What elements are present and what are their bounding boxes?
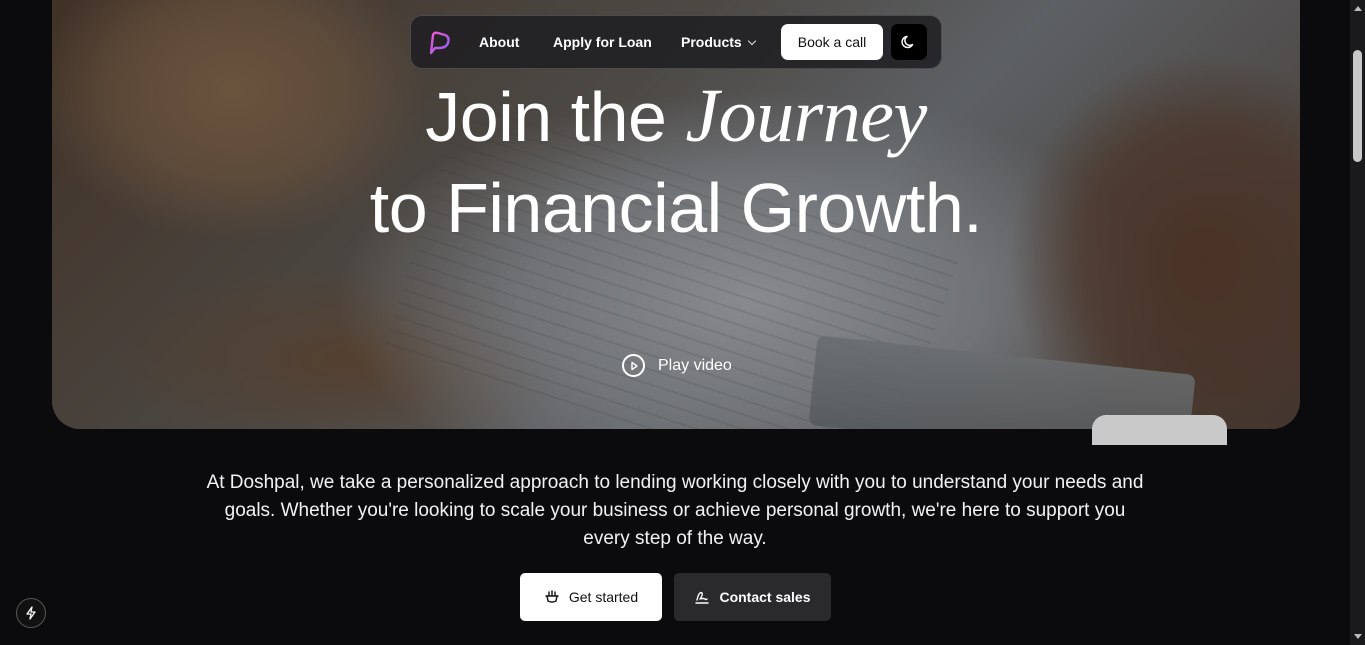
nav-products-label: Products [681, 34, 742, 50]
nav-about[interactable]: About [479, 34, 519, 50]
page-scrollbar[interactable] [1350, 0, 1365, 645]
play-video-label: Play video [658, 356, 732, 374]
theme-toggle-button[interactable] [891, 24, 927, 60]
signature-icon [695, 591, 710, 604]
scrollbar-thumb[interactable] [1353, 50, 1362, 162]
chevron-down-icon [747, 36, 756, 46]
play-icon [622, 354, 645, 377]
intro-paragraph: At Doshpal, we take a personalized appro… [206, 472, 1144, 549]
nav-apply-for-loan[interactable]: Apply for Loan [553, 34, 652, 50]
nav-products-dropdown[interactable]: Products [681, 34, 756, 50]
scroll-up-arrow-icon[interactable] [1354, 6, 1362, 11]
hero-corner-tab [1092, 415, 1227, 445]
play-video-button[interactable]: Play video [622, 354, 732, 377]
book-a-call-button[interactable]: Book a call [781, 24, 883, 60]
hero-title-plain: Join the [425, 78, 667, 156]
get-started-button[interactable]: Get started [520, 573, 662, 621]
moon-icon [901, 35, 914, 49]
hero-title-line-2: to Financial Growth. [369, 169, 983, 247]
bolt-icon[interactable] [16, 598, 46, 628]
scroll-down-arrow-icon[interactable] [1354, 634, 1362, 639]
contact-sales-button[interactable]: Contact sales [674, 573, 831, 621]
contact-sales-label: Contact sales [719, 589, 811, 605]
top-navbar: About Apply for Loan Products Book a cal… [410, 15, 942, 69]
hero-title-line-1: Join the Journey [52, 76, 1300, 157]
hero-title-script: Journey [685, 74, 927, 158]
hand-icon [545, 590, 559, 603]
logo-icon[interactable] [425, 29, 453, 57]
get-started-label: Get started [568, 589, 639, 605]
